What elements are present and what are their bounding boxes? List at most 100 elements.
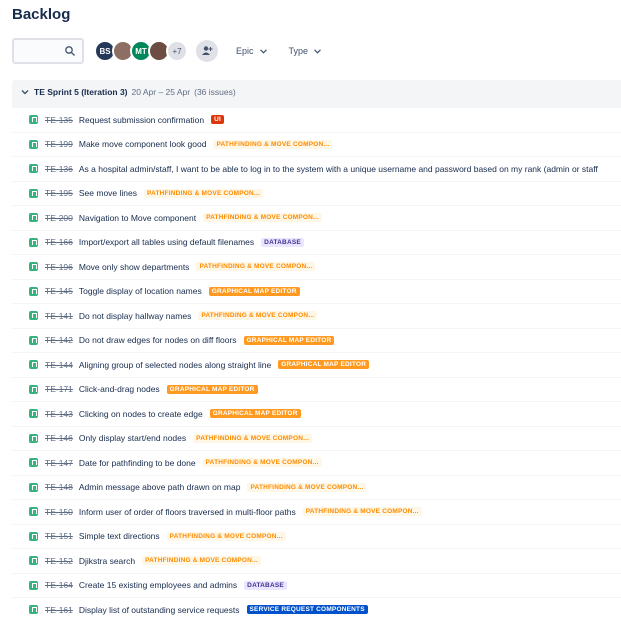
issue-key[interactable]: TE-147 — [45, 458, 73, 468]
epic-badge[interactable]: DATABASE — [261, 237, 304, 247]
issue-row[interactable]: TE-164 Create 15 existing employees and a… — [12, 573, 621, 598]
issue-row[interactable]: TE-151 Simple text directions PATHFINDING … — [12, 524, 621, 549]
epic-badge[interactable]: UI — [211, 115, 224, 125]
story-icon — [29, 115, 38, 125]
epic-badge[interactable]: GRAPHICAL MAP EDITOR — [278, 360, 370, 370]
epic-badge[interactable]: PATHFINDING & MOVE COMPON... — [213, 139, 333, 149]
issue-key[interactable]: TE-135 — [45, 115, 73, 125]
epic-badge[interactable]: PATHFINDING & MOVE COMPON... — [302, 507, 422, 517]
story-icon — [29, 531, 38, 541]
story-icon — [29, 507, 38, 517]
issue-summary: See move lines — [78, 188, 137, 199]
chevron-down-icon — [259, 48, 267, 54]
issue-row[interactable]: TE-196 Move only show departments PATHFIND… — [12, 255, 621, 280]
epic-badge[interactable]: PATHFINDING & MOVE COMPON... — [166, 531, 286, 541]
story-icon — [29, 384, 38, 394]
epic-badge[interactable]: PATHFINDING & MOVE COMPON... — [142, 556, 262, 566]
epic-badge[interactable]: PATHFINDING & MOVE COMPON... — [203, 213, 323, 223]
epic-filter-dropdown[interactable]: Epic — [232, 43, 271, 59]
story-icon — [29, 164, 38, 174]
issue-row[interactable]: TE-143 Clicking on nodes to create edge GR… — [12, 402, 621, 427]
story-icon — [29, 482, 38, 492]
issue-key[interactable]: TE-146 — [45, 433, 73, 443]
issue-key[interactable]: TE-152 — [45, 556, 73, 566]
epic-badge[interactable]: PATHFINDING & MOVE COMPON... — [198, 311, 318, 321]
issue-summary: Click-and-drag nodes — [78, 384, 160, 395]
epic-badge[interactable]: PATHFINDING & MOVE COMPON... — [196, 262, 316, 272]
issue-key[interactable]: TE-136 — [45, 164, 73, 174]
issue-key[interactable]: TE-145 — [45, 286, 73, 296]
issue-row[interactable]: TE-141 Do not display hallway names PATHFI… — [12, 304, 621, 329]
add-people-button[interactable] — [196, 40, 218, 62]
epic-filter-label: Epic — [236, 46, 254, 56]
issue-row[interactable]: TE-161 Display list of outstanding servic… — [12, 598, 621, 621]
epic-badge[interactable]: PATHFINDING & MOVE COMPON... — [247, 482, 367, 492]
story-icon — [29, 335, 38, 345]
issue-key[interactable]: TE-199 — [45, 139, 73, 149]
issue-key[interactable]: TE-148 — [45, 482, 73, 492]
story-icon — [29, 580, 38, 590]
issue-key[interactable]: TE-150 — [45, 507, 73, 517]
avatar-group: BS MT +7 — [94, 40, 188, 62]
issue-key[interactable]: TE-200 — [45, 213, 73, 223]
epic-badge[interactable]: DATABASE — [244, 580, 287, 590]
issue-key[interactable]: TE-141 — [45, 311, 73, 321]
epic-badge[interactable]: PATHFINDING & MOVE COMPON... — [193, 433, 313, 443]
issue-row[interactable]: TE-147 Date for pathfinding to be done PAT… — [12, 451, 621, 476]
issue-key[interactable]: TE-195 — [45, 188, 73, 198]
story-icon — [29, 237, 38, 247]
issue-row[interactable]: TE-144 Aligning group of selected nodes a… — [12, 353, 621, 378]
epic-badge[interactable]: PATHFINDING & MOVE COMPON... — [144, 188, 263, 198]
epic-badge[interactable]: GRAPHICAL MAP EDITOR — [166, 384, 258, 394]
issue-summary: Navigation to Move component — [78, 212, 197, 223]
sprint-header[interactable]: TE Sprint 5 (Iteration 3) 20 Apr – 25 Ap… — [12, 80, 621, 104]
epic-badge[interactable]: GRAPHICAL MAP EDITOR — [209, 409, 301, 419]
sprint-container: TE Sprint 5 (Iteration 3) 20 Apr – 25 Ap… — [12, 80, 621, 621]
search-input[interactable] — [12, 38, 84, 64]
sprint-issue-count: (36 issues) — [194, 87, 236, 97]
type-filter-dropdown[interactable]: Type — [285, 43, 326, 59]
issue-row[interactable]: TE-200 Navigation to Move component PATHFI… — [12, 206, 621, 231]
story-icon — [29, 262, 38, 272]
story-icon — [29, 188, 38, 198]
story-icon — [29, 605, 38, 615]
issue-key[interactable]: TE-161 — [45, 605, 73, 615]
issue-summary: Import/export all tables using default f… — [78, 237, 255, 248]
more-avatars-button[interactable]: +7 — [166, 40, 188, 62]
issue-row[interactable]: TE-150 Inform user of order of floors tra… — [12, 500, 621, 525]
issue-key[interactable]: TE-164 — [45, 580, 73, 590]
issue-row[interactable]: TE-166 Import/export all tables using def… — [12, 230, 621, 255]
issue-row[interactable]: TE-152 Djikstra search PATHFINDING & MOVE … — [12, 549, 621, 574]
issue-key[interactable]: TE-144 — [45, 360, 73, 370]
issue-summary: Do not draw edges for nodes on diff floo… — [78, 335, 237, 346]
issue-summary: Date for pathfinding to be done — [78, 457, 196, 468]
story-icon — [29, 139, 38, 149]
issue-key[interactable]: TE-151 — [45, 531, 73, 541]
issue-key[interactable]: TE-196 — [45, 262, 73, 272]
chevron-down-icon[interactable] — [21, 88, 29, 96]
issue-row[interactable]: TE-136 As a hospital admin/staff, I want … — [12, 157, 621, 182]
issue-summary: Djikstra search — [78, 555, 136, 566]
issue-summary: Aligning group of selected nodes along s… — [78, 359, 272, 370]
story-icon — [29, 556, 38, 566]
issue-row[interactable]: TE-145 Toggle display of location names GR… — [12, 279, 621, 304]
issue-key[interactable]: TE-166 — [45, 237, 73, 247]
issue-summary: Display list of outstanding service requ… — [78, 604, 240, 615]
issue-key[interactable]: TE-143 — [45, 409, 73, 419]
issue-row[interactable]: TE-142 Do not draw edges for nodes on dif… — [12, 328, 621, 353]
epic-badge[interactable]: GRAPHICAL MAP EDITOR — [208, 286, 300, 296]
issue-summary: Admin message above path drawn on map — [78, 482, 241, 493]
epic-badge[interactable]: GRAPHICAL MAP EDITOR — [243, 335, 335, 345]
epic-badge[interactable]: SERVICE REQUEST COMPONENTS — [246, 605, 368, 615]
issue-row[interactable]: TE-148 Admin message above path drawn on … — [12, 475, 621, 500]
epic-badge[interactable]: PATHFINDING & MOVE COMPON... — [202, 458, 322, 468]
issue-key[interactable]: TE-142 — [45, 335, 73, 345]
issue-row[interactable]: TE-135 Request submission confirmation UI — [12, 108, 621, 133]
issue-key[interactable]: TE-171 — [45, 384, 73, 394]
issue-row[interactable]: TE-171 Click-and-drag nodes GRAPHICAL MAP … — [12, 377, 621, 402]
issue-row[interactable]: TE-199 Make move component look good PATHF… — [12, 132, 621, 157]
issue-summary: As a hospital admin/staff, I want to be … — [78, 163, 598, 174]
issue-row[interactable]: TE-146 Only display start/end nodes PATHFI… — [12, 426, 621, 451]
issue-row[interactable]: TE-195 See move lines PATHFINDING & MOVE C… — [12, 181, 621, 206]
issue-list: TE-135 Request submission confirmation UI T… — [12, 108, 621, 621]
